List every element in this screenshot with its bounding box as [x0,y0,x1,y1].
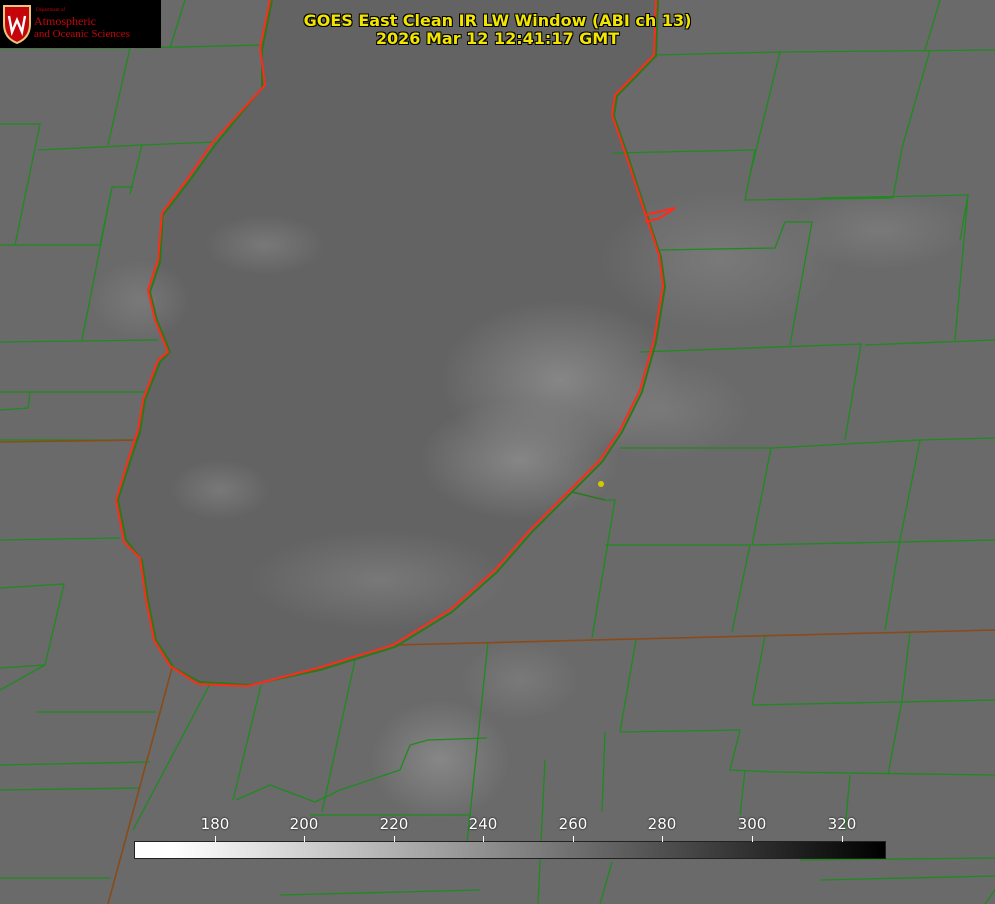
cloud-band [370,700,510,820]
colorbar-tick-label: 260 [558,815,588,833]
colorbar-tick-label: 180 [200,815,230,833]
cloud-band [460,640,580,720]
colorbar-tick-label: 200 [289,815,319,833]
location-marker [598,481,604,487]
colorbar-tick-label: 300 [737,815,767,833]
image-title: GOES East Clean IR LW Window (ABI ch 13) [303,11,692,30]
colorbar-tick-mark [662,836,663,842]
colorbar-tick-mark [483,836,484,842]
colorbar-tick-mark [752,836,753,842]
colorbar-tick-label: 240 [468,815,498,833]
satellite-map [0,0,995,904]
colorbar-tick-mark [394,836,395,842]
cloud-band [170,460,270,520]
colorbar-tick-mark [842,836,843,842]
cloud-band [250,530,510,630]
colorbar-tick-label: 320 [827,815,857,833]
colorbar-tick-mark [215,836,216,842]
image-timestamp: 2026 Mar 12 12:41:17 GMT [375,29,620,48]
colorbar-tick-mark [304,836,305,842]
cloud-band [205,215,325,275]
colorbar-tick-label: 280 [647,815,677,833]
cloud-band [790,190,970,270]
cloud-band [570,360,750,460]
temperature-colorbar [134,841,886,859]
colorbar-tick-label: 220 [379,815,409,833]
cloud-band [90,260,190,340]
colorbar-tick-mark [573,836,574,842]
satellite-image-viewer: Department of Atmospheric and Oceanic Sc… [0,0,995,904]
